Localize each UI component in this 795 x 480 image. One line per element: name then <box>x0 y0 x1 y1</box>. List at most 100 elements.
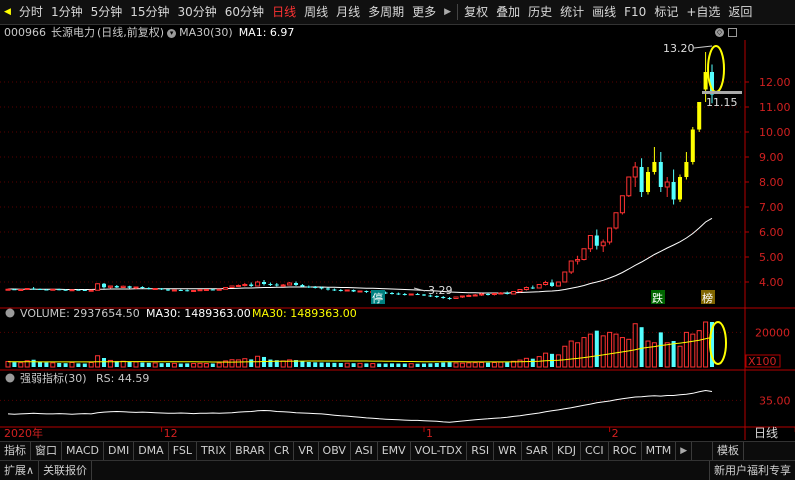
indicator-tab-roc[interactable]: ROC <box>609 442 642 460</box>
candle-body <box>127 286 132 288</box>
price-tick-label: 11.00 <box>759 101 791 114</box>
candle-body <box>568 260 574 273</box>
volume-bar <box>664 342 670 368</box>
candle-body <box>44 289 49 291</box>
indicator-tab-asi[interactable]: ASI <box>351 442 378 460</box>
period-tab-15min[interactable]: 15分钟 <box>126 0 173 24</box>
linked-quote-button[interactable]: 关联报价 <box>39 461 93 480</box>
indicator-tab-mtm[interactable]: MTM <box>642 442 677 460</box>
rs-settings-icon[interactable] <box>5 373 15 383</box>
volume-bar <box>639 327 644 367</box>
volume-bar <box>210 363 215 367</box>
volume-bar <box>171 362 177 368</box>
candle-body <box>5 288 11 291</box>
indicator-tab-fsl[interactable]: FSL <box>169 442 197 460</box>
volume-bar <box>338 363 343 367</box>
indicator-tab-trix[interactable]: TRIX <box>197 442 232 460</box>
candle-body <box>293 283 299 285</box>
candle-body <box>652 162 657 172</box>
volume-ma30-polyline <box>8 336 713 363</box>
indicator-tab-kdj[interactable]: KDJ <box>553 442 581 460</box>
ma1-value: MA1: 6.97 <box>238 26 295 39</box>
f10-button[interactable]: F10 <box>620 0 650 24</box>
period-tab-30min[interactable]: 30分钟 <box>174 0 221 24</box>
back-button[interactable]: 返回 <box>724 0 756 24</box>
history-button[interactable]: 历史 <box>524 0 556 24</box>
candle-body <box>639 167 644 192</box>
volume-bar <box>332 362 337 367</box>
last-price-marker <box>702 91 742 94</box>
candle-body <box>613 212 619 229</box>
volume-bar <box>402 363 407 367</box>
period-tab-60min[interactable]: 60分钟 <box>221 0 268 24</box>
indicator-tab-sar[interactable]: SAR <box>522 442 554 460</box>
indicator-scroll-right-icon[interactable]: ▶ <box>676 442 693 460</box>
indicator-tab-dma[interactable]: DMA <box>134 442 169 460</box>
main-info-bar: 000966 长源电力 (日线,前复权) ▾ MA30(30) MA1: 6.9… <box>0 25 795 41</box>
candle-body <box>459 295 465 298</box>
indicator-tab-vr[interactable]: VR <box>294 442 319 460</box>
indicator-tab-obv[interactable]: OBV <box>319 442 351 460</box>
indicator-tabs: 指标 窗口 MACD DMI DMA FSL TRIX BRAR CR VR OBV ASI EMV VO… <box>0 441 795 460</box>
overlay-button[interactable]: 叠加 <box>492 0 524 24</box>
period-tab-5min[interactable]: 5分钟 <box>87 0 127 24</box>
candle-body <box>242 284 248 286</box>
adjust-button[interactable]: 复权 <box>460 0 492 24</box>
period-tab-timeshare[interactable]: 分时 <box>15 0 47 24</box>
period-tab-1min[interactable]: 1分钟 <box>47 0 87 24</box>
price-tick-label: 5.00 <box>759 251 784 264</box>
pane-toggle-icon[interactable]: ◇ <box>715 28 724 37</box>
candles <box>5 52 715 300</box>
volume-bar <box>543 352 549 368</box>
volume-bar <box>600 335 606 368</box>
draw-button[interactable]: 画线 <box>588 0 620 24</box>
volume-bar <box>268 359 273 367</box>
volume-bar <box>203 363 209 368</box>
indicator-tab-label[interactable]: 指标 <box>0 442 31 460</box>
scroll-left-icon[interactable]: ◀ <box>0 0 15 24</box>
expand-button[interactable]: 扩展∧ <box>0 461 40 480</box>
indicator-tab-window[interactable]: 窗口 <box>31 442 62 460</box>
candle-body <box>453 296 459 299</box>
stats-button[interactable]: 统计 <box>556 0 588 24</box>
period-tab-monthly[interactable]: 月线 <box>332 0 364 24</box>
candle-body <box>31 288 36 290</box>
candle-body <box>441 297 446 298</box>
candle-body <box>357 290 363 293</box>
candle-body <box>69 289 75 292</box>
indicator-tab-cci[interactable]: CCI <box>581 442 609 460</box>
candle-body <box>587 235 593 250</box>
price-tick-label: 4.00 <box>759 276 784 289</box>
indicator-settings-icon[interactable]: ▾ <box>167 28 177 38</box>
pane-maximize-icon[interactable] <box>728 28 737 37</box>
volume-bar <box>587 333 593 368</box>
volume-bar <box>37 361 43 367</box>
indicator-tab-macd[interactable]: MACD <box>62 442 104 460</box>
period-tab-daily[interactable]: 日线 <box>268 0 300 24</box>
add-watchlist-button[interactable]: +自选 <box>682 0 724 24</box>
period-tab-more[interactable]: 更多 <box>408 0 440 24</box>
volume-bar <box>140 362 145 367</box>
period-tab-multi[interactable]: 多周期 <box>364 0 408 24</box>
more-arrow-icon[interactable]: ▶ <box>440 0 455 24</box>
volume-bar <box>242 358 248 368</box>
template-button[interactable]: 模板 <box>712 442 744 460</box>
volume-tick-label: 20000 <box>755 326 790 339</box>
indicator-tab-emv[interactable]: EMV <box>378 442 411 460</box>
indicator-tab-rsi[interactable]: RSI <box>467 442 495 460</box>
period-tab-weekly[interactable]: 周线 <box>300 0 332 24</box>
chart-area[interactable]: 12.00 11.00 10.00 9.00 8.00 7.00 6.00 5.00 4.00 2… <box>0 40 795 440</box>
indicator-tab-cr[interactable]: CR <box>270 442 295 460</box>
volume-settings-icon[interactable] <box>5 308 15 318</box>
promo-link[interactable]: 新用户福利专享 <box>709 461 795 480</box>
indicator-tab-wr[interactable]: WR <box>494 442 522 460</box>
candle-body <box>607 227 613 243</box>
candle-body <box>619 195 625 214</box>
candle-body <box>95 283 101 291</box>
volume-bar <box>300 361 305 367</box>
indicator-tab-vol-tdx[interactable]: VOL-TDX <box>411 442 468 460</box>
indicator-tab-brar[interactable]: BRAR <box>231 442 271 460</box>
mark-button[interactable]: 标记 <box>650 0 682 24</box>
indicator-tab-dmi[interactable]: DMI <box>104 442 135 460</box>
candle-body <box>517 289 523 292</box>
